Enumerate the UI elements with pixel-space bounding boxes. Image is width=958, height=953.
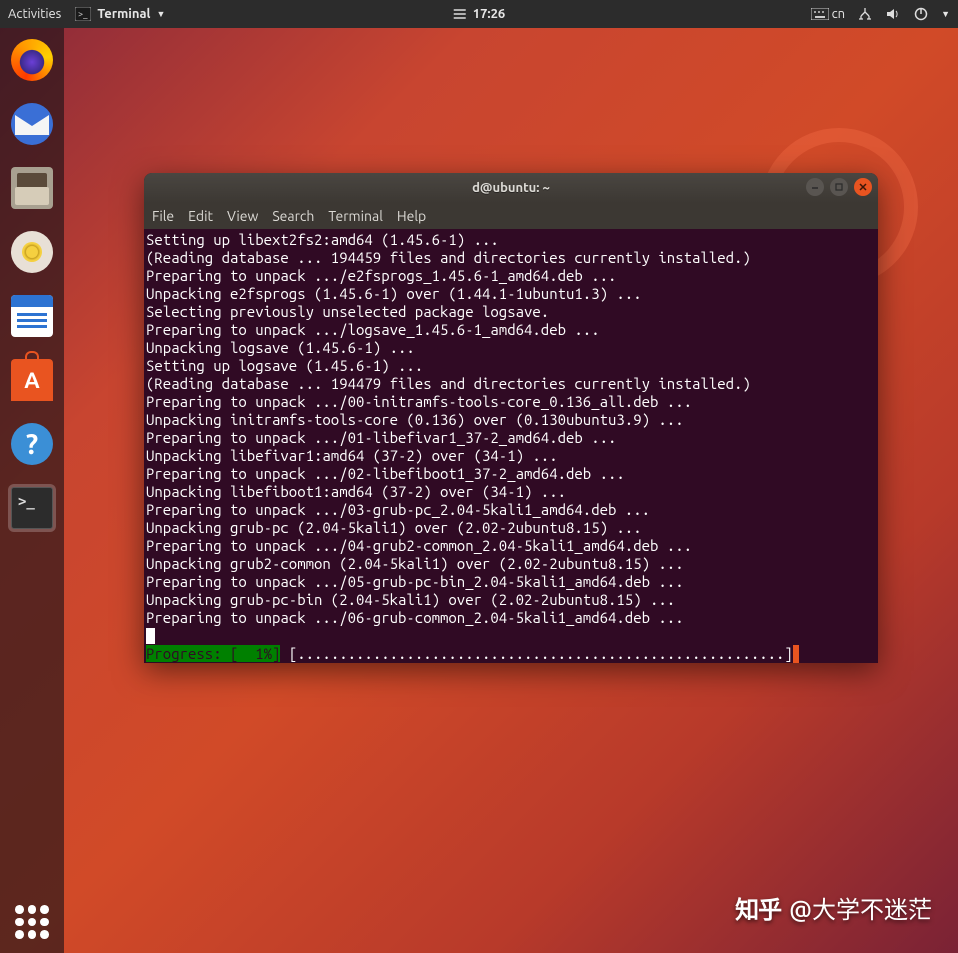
- dock-item-firefox[interactable]: [8, 36, 56, 84]
- keyboard-icon: [811, 8, 829, 20]
- apps-grid-icon: [15, 905, 49, 939]
- top-bar: Activities >_ Terminal ▼ 17:26 cn ▼: [0, 0, 958, 28]
- menu-terminal[interactable]: Terminal: [328, 208, 383, 224]
- menu-help[interactable]: Help: [397, 208, 426, 224]
- menu-search[interactable]: Search: [272, 208, 314, 224]
- active-app-indicator[interactable]: >_ Terminal ▼: [75, 7, 165, 21]
- terminal-app-icon: [11, 487, 53, 529]
- help-icon: ?: [11, 423, 53, 465]
- writer-icon: [11, 295, 53, 337]
- dock-item-terminal[interactable]: [8, 484, 56, 532]
- dock: ?: [0, 28, 64, 953]
- clock[interactable]: 17:26: [453, 7, 506, 21]
- window-title: d@ubuntu: ~: [472, 181, 550, 195]
- terminal-window: d@ubuntu: ~ File Edit View Search Termin…: [144, 173, 878, 663]
- activities-button[interactable]: Activities: [8, 7, 61, 21]
- dock-item-thunderbird[interactable]: [8, 100, 56, 148]
- input-source-indicator[interactable]: cn: [811, 7, 845, 21]
- dock-item-rhythmbox[interactable]: [8, 228, 56, 276]
- maximize-button[interactable]: [830, 178, 848, 196]
- software-icon: [11, 359, 53, 401]
- dock-item-help[interactable]: ?: [8, 420, 56, 468]
- dock-item-files[interactable]: [8, 164, 56, 212]
- progress-label: Progress: [ 1%]: [146, 645, 280, 662]
- minimize-button[interactable]: [806, 178, 824, 196]
- terminal-output: Setting up libext2fs2:amd64 (1.45.6-1) .…: [146, 231, 876, 627]
- progress-end-icon: [793, 645, 799, 663]
- files-icon: [11, 167, 53, 209]
- power-icon[interactable]: [913, 6, 929, 22]
- watermark: 知乎 @大学不迷茫: [735, 890, 932, 925]
- menu-edit[interactable]: Edit: [188, 208, 213, 224]
- progress-bar: [.......................................…: [289, 645, 793, 662]
- watermark-author: @大学不迷茫: [789, 890, 932, 925]
- mail-icon: [11, 103, 53, 145]
- system-menu-chevron-icon[interactable]: ▼: [941, 9, 950, 19]
- window-titlebar[interactable]: d@ubuntu: ~: [144, 173, 878, 203]
- menubar: File Edit View Search Terminal Help: [144, 203, 878, 229]
- terminal-cursor: [146, 628, 155, 644]
- dock-item-writer[interactable]: [8, 292, 56, 340]
- show-applications-button[interactable]: [0, 905, 64, 939]
- dock-item-software[interactable]: [8, 356, 56, 404]
- chevron-down-icon: ▼: [157, 9, 166, 19]
- zhihu-logo: 知乎: [735, 890, 781, 925]
- menu-lines-icon: [453, 7, 467, 21]
- volume-icon[interactable]: [885, 6, 901, 22]
- network-icon[interactable]: [857, 6, 873, 22]
- firefox-icon: [11, 39, 53, 81]
- music-icon: [11, 231, 53, 273]
- svg-text:>_: >_: [78, 9, 88, 19]
- close-button[interactable]: [854, 178, 872, 196]
- terminal-icon: >_: [75, 7, 91, 21]
- menu-view[interactable]: View: [227, 208, 258, 224]
- menu-file[interactable]: File: [152, 208, 174, 224]
- terminal-body[interactable]: Setting up libext2fs2:amd64 (1.45.6-1) .…: [144, 229, 878, 663]
